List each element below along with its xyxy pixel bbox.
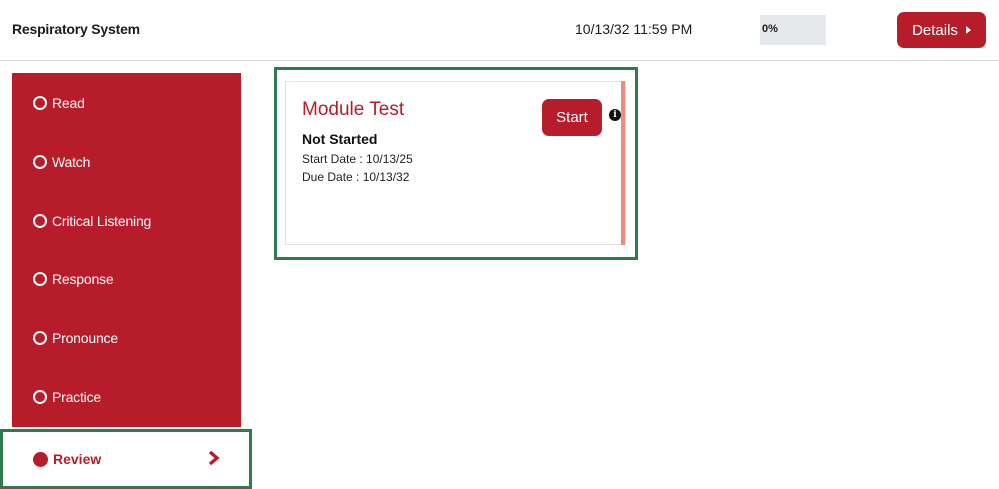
sidebar-item-critical-listening[interactable]: Critical Listening bbox=[12, 191, 241, 250]
sidebar-item-response[interactable]: Response bbox=[12, 249, 241, 308]
sidebar-item-practice[interactable]: Practice bbox=[12, 367, 241, 426]
module-test-card: Module Test Not Started Start Date : 10/… bbox=[285, 81, 626, 245]
sidebar-item-read[interactable]: Read bbox=[12, 73, 241, 132]
circle-outline-icon bbox=[33, 154, 47, 169]
review-highlight-frame: Review bbox=[0, 429, 252, 489]
start-button[interactable]: Start bbox=[542, 99, 602, 136]
activity-sidebar: Read Watch Critical Listening Response P… bbox=[12, 73, 241, 427]
sidebar-item-review[interactable]: Review bbox=[12, 432, 242, 486]
sidebar-item-pronounce[interactable]: Pronounce bbox=[12, 308, 241, 367]
sidebar-item-label: Read bbox=[52, 94, 85, 111]
details-button-label: Details bbox=[912, 21, 958, 39]
sidebar-item-label: Watch bbox=[52, 153, 91, 170]
top-header: Respiratory System 10/13/32 11:59 PM 0% … bbox=[0, 0, 999, 61]
sidebar-item-label: Review bbox=[53, 451, 102, 467]
caret-right-icon bbox=[965, 26, 971, 34]
course-title: Respiratory System bbox=[12, 21, 140, 37]
progress-label: 0% bbox=[762, 23, 778, 35]
circle-outline-icon bbox=[33, 330, 47, 345]
info-icon[interactable]: i bbox=[609, 109, 621, 121]
circle-outline-icon bbox=[33, 271, 47, 286]
filled-circle-icon bbox=[33, 451, 48, 467]
sidebar-item-label: Response bbox=[52, 270, 114, 287]
module-due-date: Due Date : 10/13/32 bbox=[302, 170, 410, 184]
chevron-right-icon bbox=[208, 450, 220, 466]
sidebar-item-label: Pronounce bbox=[52, 329, 118, 346]
progress-bar: 0% bbox=[760, 15, 826, 45]
card-accent-bar bbox=[621, 81, 625, 245]
sidebar-item-label: Critical Listening bbox=[52, 212, 152, 229]
module-start-date: Start Date : 10/13/25 bbox=[302, 152, 413, 166]
module-card-highlight-frame: Module Test Not Started Start Date : 10/… bbox=[274, 67, 638, 260]
circle-outline-icon bbox=[33, 389, 47, 404]
sidebar-item-watch[interactable]: Watch bbox=[12, 132, 241, 191]
module-status: Not Started bbox=[302, 131, 378, 147]
details-button[interactable]: Details bbox=[897, 12, 986, 48]
module-title: Module Test bbox=[302, 99, 405, 120]
sidebar-item-label: Practice bbox=[52, 388, 101, 405]
circle-outline-icon bbox=[33, 95, 47, 110]
due-datetime: 10/13/32 11:59 PM bbox=[575, 21, 693, 37]
circle-outline-icon bbox=[33, 213, 47, 228]
